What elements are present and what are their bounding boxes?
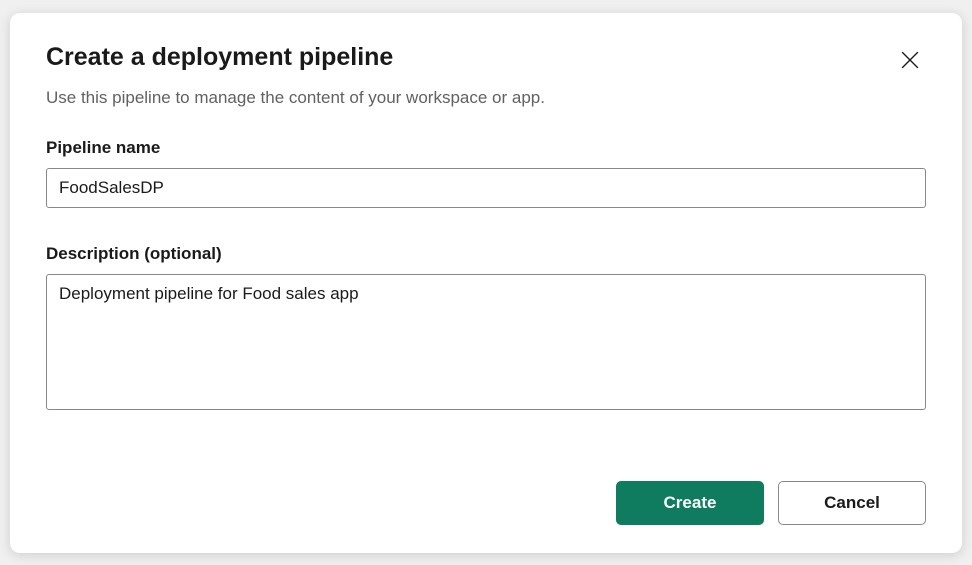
description-input[interactable]: Deployment pipeline for Food sales app [46,274,926,410]
dialog-footer: Create Cancel [46,481,926,525]
dialog-subtitle: Use this pipeline to manage the content … [46,88,926,108]
dialog-title: Create a deployment pipeline [46,43,926,72]
create-pipeline-dialog: Create a deployment pipeline Use this pi… [10,13,962,553]
pipeline-name-label: Pipeline name [46,138,926,158]
description-label: Description (optional) [46,244,926,264]
cancel-button[interactable]: Cancel [778,481,926,525]
close-icon [901,51,919,75]
close-button[interactable] [896,49,924,77]
pipeline-name-input[interactable] [46,168,926,208]
create-button[interactable]: Create [616,481,764,525]
